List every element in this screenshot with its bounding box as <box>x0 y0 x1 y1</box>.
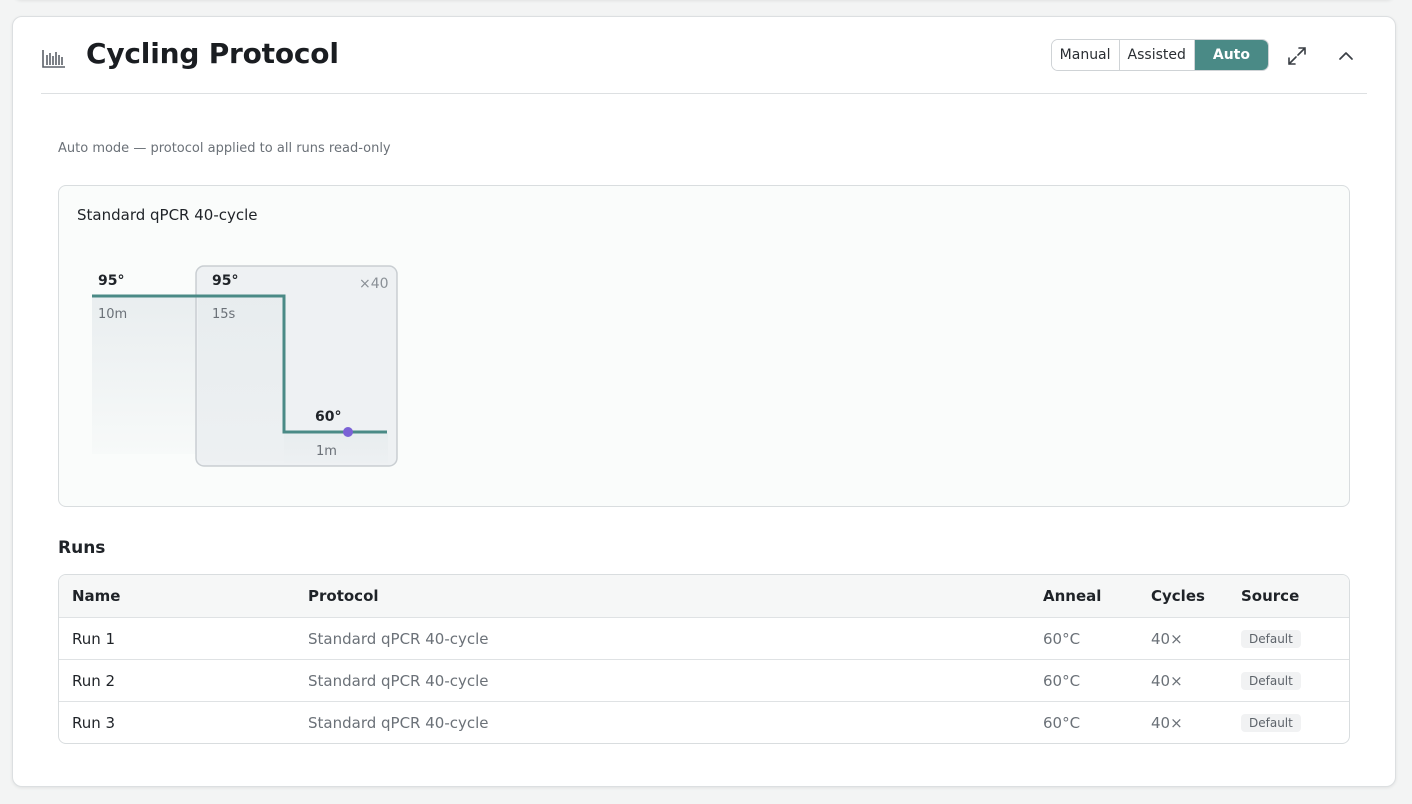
column-header-anneal[interactable]: Anneal <box>1043 587 1151 605</box>
bar-chart-icon <box>42 50 65 68</box>
column-header-cycles[interactable]: Cycles <box>1151 587 1241 605</box>
step-1-temp: 95° <box>98 273 124 289</box>
step-1-time: 10m <box>98 307 127 322</box>
step-2-temp: 95° <box>212 273 238 289</box>
run-name: Run 3 <box>72 713 116 732</box>
column-header-protocol[interactable]: Protocol <box>308 587 1043 605</box>
source-badge: Default <box>1241 630 1301 648</box>
expand-icon[interactable] <box>1285 44 1309 68</box>
run-protocol: Standard qPCR 40-cycle <box>308 713 489 732</box>
step-3-time: 1m <box>316 444 337 459</box>
run-name: Run 1 <box>72 629 116 648</box>
table-row[interactable]: Run 1 Standard qPCR 40-cycle 60°C 40× De… <box>59 617 1349 659</box>
run-cycles: 40× <box>1151 629 1183 648</box>
runs-table: Name Protocol Anneal Cycles Source Run 1… <box>58 574 1350 744</box>
table-header-row: Name Protocol Anneal Cycles Source <box>59 575 1349 617</box>
step-2-time: 15s <box>212 307 236 322</box>
step-3-temp: 60° <box>315 409 341 425</box>
denature-step-area <box>198 296 284 461</box>
run-cycles: 40× <box>1151 713 1183 732</box>
table-row[interactable]: Run 2 Standard qPCR 40-cycle 60°C 40× De… <box>59 659 1349 701</box>
mode-description: Auto mode — protocol applied to all runs… <box>58 141 391 156</box>
runs-heading: Runs <box>58 538 106 558</box>
run-protocol: Standard qPCR 40-cycle <box>308 671 489 690</box>
cycle-count-label: ×40 <box>359 276 389 292</box>
card-header: Cycling Protocol Manual Assisted Auto <box>41 17 1367 94</box>
protocol-diagram: Standard qPCR 40-cycle 95° 10m 95° 15s 6… <box>58 185 1350 507</box>
run-anneal: 60°C <box>1043 629 1081 648</box>
column-header-name[interactable]: Name <box>59 587 308 605</box>
cycling-protocol-card: Cycling Protocol Manual Assisted Auto Au… <box>12 16 1396 787</box>
chevron-up-icon[interactable] <box>1335 45 1357 67</box>
run-protocol: Standard qPCR 40-cycle <box>308 629 489 648</box>
mode-selector: Manual Assisted Auto <box>1050 39 1269 71</box>
source-badge: Default <box>1241 672 1301 690</box>
mode-auto-button[interactable]: Auto <box>1194 40 1268 70</box>
run-anneal: 60°C <box>1043 713 1081 732</box>
page-title: Cycling Protocol <box>86 37 339 70</box>
column-header-source[interactable]: Source <box>1241 587 1349 605</box>
temperature-profile: 95° 10m 95° 15s 60° 1m ×40 <box>92 265 398 467</box>
run-name: Run 2 <box>72 671 116 690</box>
current-step-marker[interactable] <box>343 427 353 437</box>
mode-manual-button[interactable]: Manual <box>1051 40 1120 70</box>
mode-assisted-button[interactable]: Assisted <box>1119 40 1195 70</box>
table-row[interactable]: Run 3 Standard qPCR 40-cycle 60°C 40× De… <box>59 701 1349 743</box>
run-anneal: 60°C <box>1043 671 1081 690</box>
source-badge: Default <box>1241 714 1301 732</box>
run-cycles: 40× <box>1151 671 1183 690</box>
